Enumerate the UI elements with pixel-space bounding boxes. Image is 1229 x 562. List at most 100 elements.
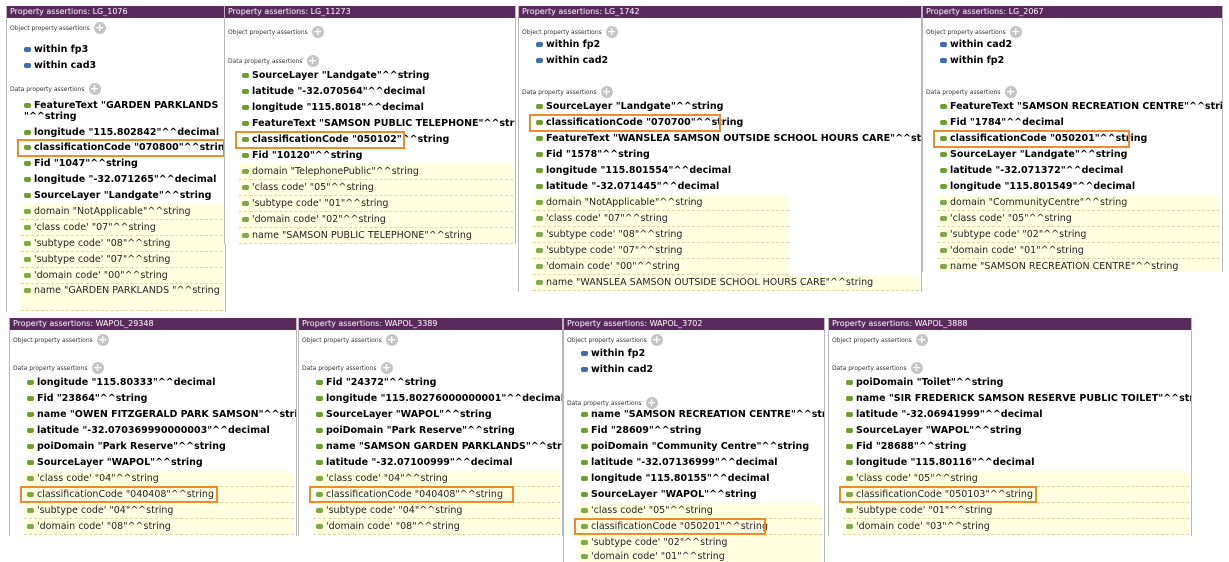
annotation-row[interactable]: 'domain code' "08"^^string [24,519,294,535]
annotation-row[interactable]: name "WANSLEA SAMSON OUTSIDE SCHOOL HOUR… [533,275,919,291]
object-assertion-row[interactable]: within cad2 [578,362,822,378]
object-assertion-row[interactable]: within fp3 [21,42,223,58]
data-assertion-row[interactable]: latitude "-32.070369990000003"^^decimal [24,423,294,439]
annotation-row[interactable]: 'domain code' "01"^^string [937,243,1220,259]
data-assertion-row[interactable]: Fid "24372"^^string [313,375,560,391]
annotation-row[interactable]: domain "NotApplicable"^^string [21,204,223,220]
data-assertion-row[interactable]: SourceLayer "WAPOL"^^string [313,407,560,423]
data-assertion-row[interactable]: name "SAMSON RECREATION CENTRE"^^string [578,407,824,423]
annotation-row[interactable]: 'class code' "05"^^string [937,211,1220,227]
data-assertion-row[interactable]: SourceLayer "Landgate"^^string [937,147,1220,163]
data-assertion-row[interactable]: Fid "28609"^^string [578,423,822,439]
annotation-row[interactable]: 'class code' "05"^^string [239,180,513,196]
data-assertion-row[interactable]: latitude "-32.07100999"^^decimal [313,455,560,471]
add-icon[interactable]: + [380,362,393,374]
add-icon[interactable]: + [1004,86,1017,98]
data-assertion-row[interactable]: classificationCode "070700"^^string [529,114,919,132]
annotation-row[interactable]: 'domain code' "01"^^string [578,549,822,562]
data-assertion-row[interactable]: Fid "28688"^^string [843,439,1189,455]
data-assertion-row[interactable]: Fid "1784"^^decimal [937,115,1220,131]
annotation-row[interactable]: 'class code' "05"^^string [578,503,822,519]
data-assertion-row[interactable]: longitude "-32.071265"^^decimal [21,172,223,188]
object-assertion-row[interactable]: within fp2 [937,53,1220,69]
add-icon[interactable]: + [91,362,104,374]
data-assertion-row[interactable]: SourceLayer "WAPOL"^^string [578,487,822,503]
data-assertion-row[interactable]: Fid "1047"^^string [21,156,223,172]
data-assertion-row[interactable]: SourceLayer "Landgate"^^string [239,68,513,84]
annotation-row[interactable]: 'subtype code' "08"^^string [21,236,223,252]
data-assertion-row[interactable]: poiDomain "Community Centre"^^string [578,439,822,455]
object-assertion-row[interactable]: within fp2 [578,346,822,362]
data-assertion-row[interactable]: latitude "-32.06941999"^^decimal [843,407,1189,423]
add-icon[interactable]: + [311,26,324,38]
annotation-row[interactable]: 'subtype code' "01"^^string [239,196,513,212]
data-assertion-row[interactable]: Fid "23864"^^string [24,391,294,407]
add-icon[interactable]: + [910,362,923,374]
annotation-row[interactable]: classificationCode "040408"^^string [20,486,294,503]
data-assertion-row[interactable]: classificationCode "050102"^^string [235,131,513,149]
object-assertion-row[interactable]: within cad3 [21,58,223,74]
annotation-row[interactable]: 'class code' "07"^^string [21,220,223,236]
annotation-row[interactable]: name "SAMSON PUBLIC TELEPHONE"^^string [239,228,513,244]
data-assertion-row[interactable]: longitude "115.801549"^^decimal [937,179,1220,195]
add-icon[interactable]: + [306,55,319,67]
add-icon[interactable]: + [915,334,928,346]
add-icon[interactable]: + [96,334,109,346]
data-assertion-row[interactable]: FeatureText "GARDEN PARKLANDS "^^string [21,99,223,126]
object-assertion-row[interactable]: within fp2 [533,37,919,53]
data-assertion-row[interactable]: poiDomain "Toilet"^^string [843,375,1189,391]
annotation-row[interactable]: 'subtype code' "07"^^string [21,252,223,268]
data-assertion-row[interactable]: poiDomain "Park Reserve"^^string [24,439,294,455]
data-assertion-row[interactable]: longitude "115.801554"^^decimal [533,163,919,179]
annotation-row[interactable]: classificationCode "040408"^^string [309,486,560,503]
data-assertion-row[interactable]: classificationCode "050201"^^string [933,130,1220,148]
annotation-row[interactable]: 'domain code' "08"^^string [313,519,560,535]
annotation-row[interactable]: domain "NotApplicable"^^string [533,195,789,211]
annotation-row[interactable]: name "SAMSON RECREATION CENTRE"^^string [937,259,1220,272]
annotation-row[interactable]: 'class code' "04"^^string [313,471,560,487]
data-assertion-row[interactable]: SourceLayer "WAPOL"^^string [843,423,1189,439]
annotation-row[interactable]: name "GARDEN PARKLANDS "^^string [21,284,223,311]
annotation-row[interactable]: domain "TelephonePublic"^^string [239,164,513,180]
annotation-row[interactable]: 'subtype code' "04"^^string [24,503,294,519]
add-icon[interactable]: + [93,22,106,34]
data-assertion-row[interactable]: longitude "115.80333"^^decimal [24,375,294,391]
annotation-row[interactable]: domain "CommunityCentre"^^string [937,195,1220,211]
data-assertion-row[interactable]: longitude "115.80116"^^decimal [843,455,1189,471]
data-assertion-row[interactable]: SourceLayer "Landgate"^^string [533,99,919,115]
data-assertion-row[interactable]: name "SAMSON GARDEN PARKLANDS"^^string [313,439,562,455]
annotation-row[interactable]: 'class code' "04"^^string [24,471,294,487]
add-icon[interactable]: + [650,334,663,346]
data-assertion-row[interactable]: FeatureText "SAMSON RECREATION CENTRE"^^… [937,99,1222,115]
data-assertion-row[interactable]: longitude "115.8018"^^decimal [239,100,513,116]
object-assertion-row[interactable]: within cad2 [937,37,1220,53]
data-assertion-row[interactable]: latitude "-32.070564"^^decimal [239,84,513,100]
data-assertion-row[interactable]: SourceLayer "WAPOL"^^string [24,455,294,471]
data-assertion-row[interactable]: longitude "115.80155"^^decimal [578,471,822,487]
annotation-row[interactable]: classificationCode "050201"^^string [574,518,822,535]
annotation-row[interactable]: 'domain code' "00"^^string [21,268,223,284]
data-assertion-row[interactable]: poiDomain "Park Reserve"^^string [313,423,560,439]
annotation-row[interactable]: 'subtype code' "08"^^string [533,227,789,243]
annotation-row[interactable]: 'class code' "05"^^string [843,471,1189,487]
data-assertion-row[interactable]: Fid "10120"^^string [239,148,513,164]
annotation-row[interactable]: classificationCode "050103"^^string [839,486,1189,503]
data-assertion-row[interactable]: latitude "-32.07136999"^^decimal [578,455,822,471]
annotation-row[interactable]: 'domain code' "03"^^string [843,519,1189,535]
annotation-row[interactable]: 'subtype code' "04"^^string [313,503,560,519]
annotation-row[interactable]: 'class code' "07"^^string [533,211,789,227]
data-assertion-row[interactable]: name "SIR FREDERICK SAMSON RESERVE PUBLI… [843,391,1191,407]
data-assertion-row[interactable]: FeatureText "WANSLEA SAMSON OUTSIDE SCHO… [533,131,921,147]
data-assertion-row[interactable]: longitude "115.80276000000001"^^decimal [313,391,562,407]
add-icon[interactable]: + [600,86,613,98]
data-assertion-row[interactable]: latitude "-32.071372"^^decimal [937,163,1220,179]
annotation-row[interactable]: 'domain code' "02"^^string [239,212,513,228]
add-icon[interactable]: + [88,83,101,95]
data-assertion-row[interactable]: latitude "-32.071445"^^decimal [533,179,919,195]
data-assertion-row[interactable]: longitude "115.802842"^^decimal [21,125,223,141]
add-icon[interactable]: + [385,334,398,346]
annotation-row[interactable]: 'subtype code' "07"^^string [533,243,789,259]
data-assertion-row[interactable]: FeatureText "SAMSON PUBLIC TELEPHONE"^^s… [239,116,515,132]
data-assertion-row[interactable]: Fid "1578"^^string [533,147,919,163]
annotation-row[interactable]: 'subtype code' "02"^^string [937,227,1220,243]
